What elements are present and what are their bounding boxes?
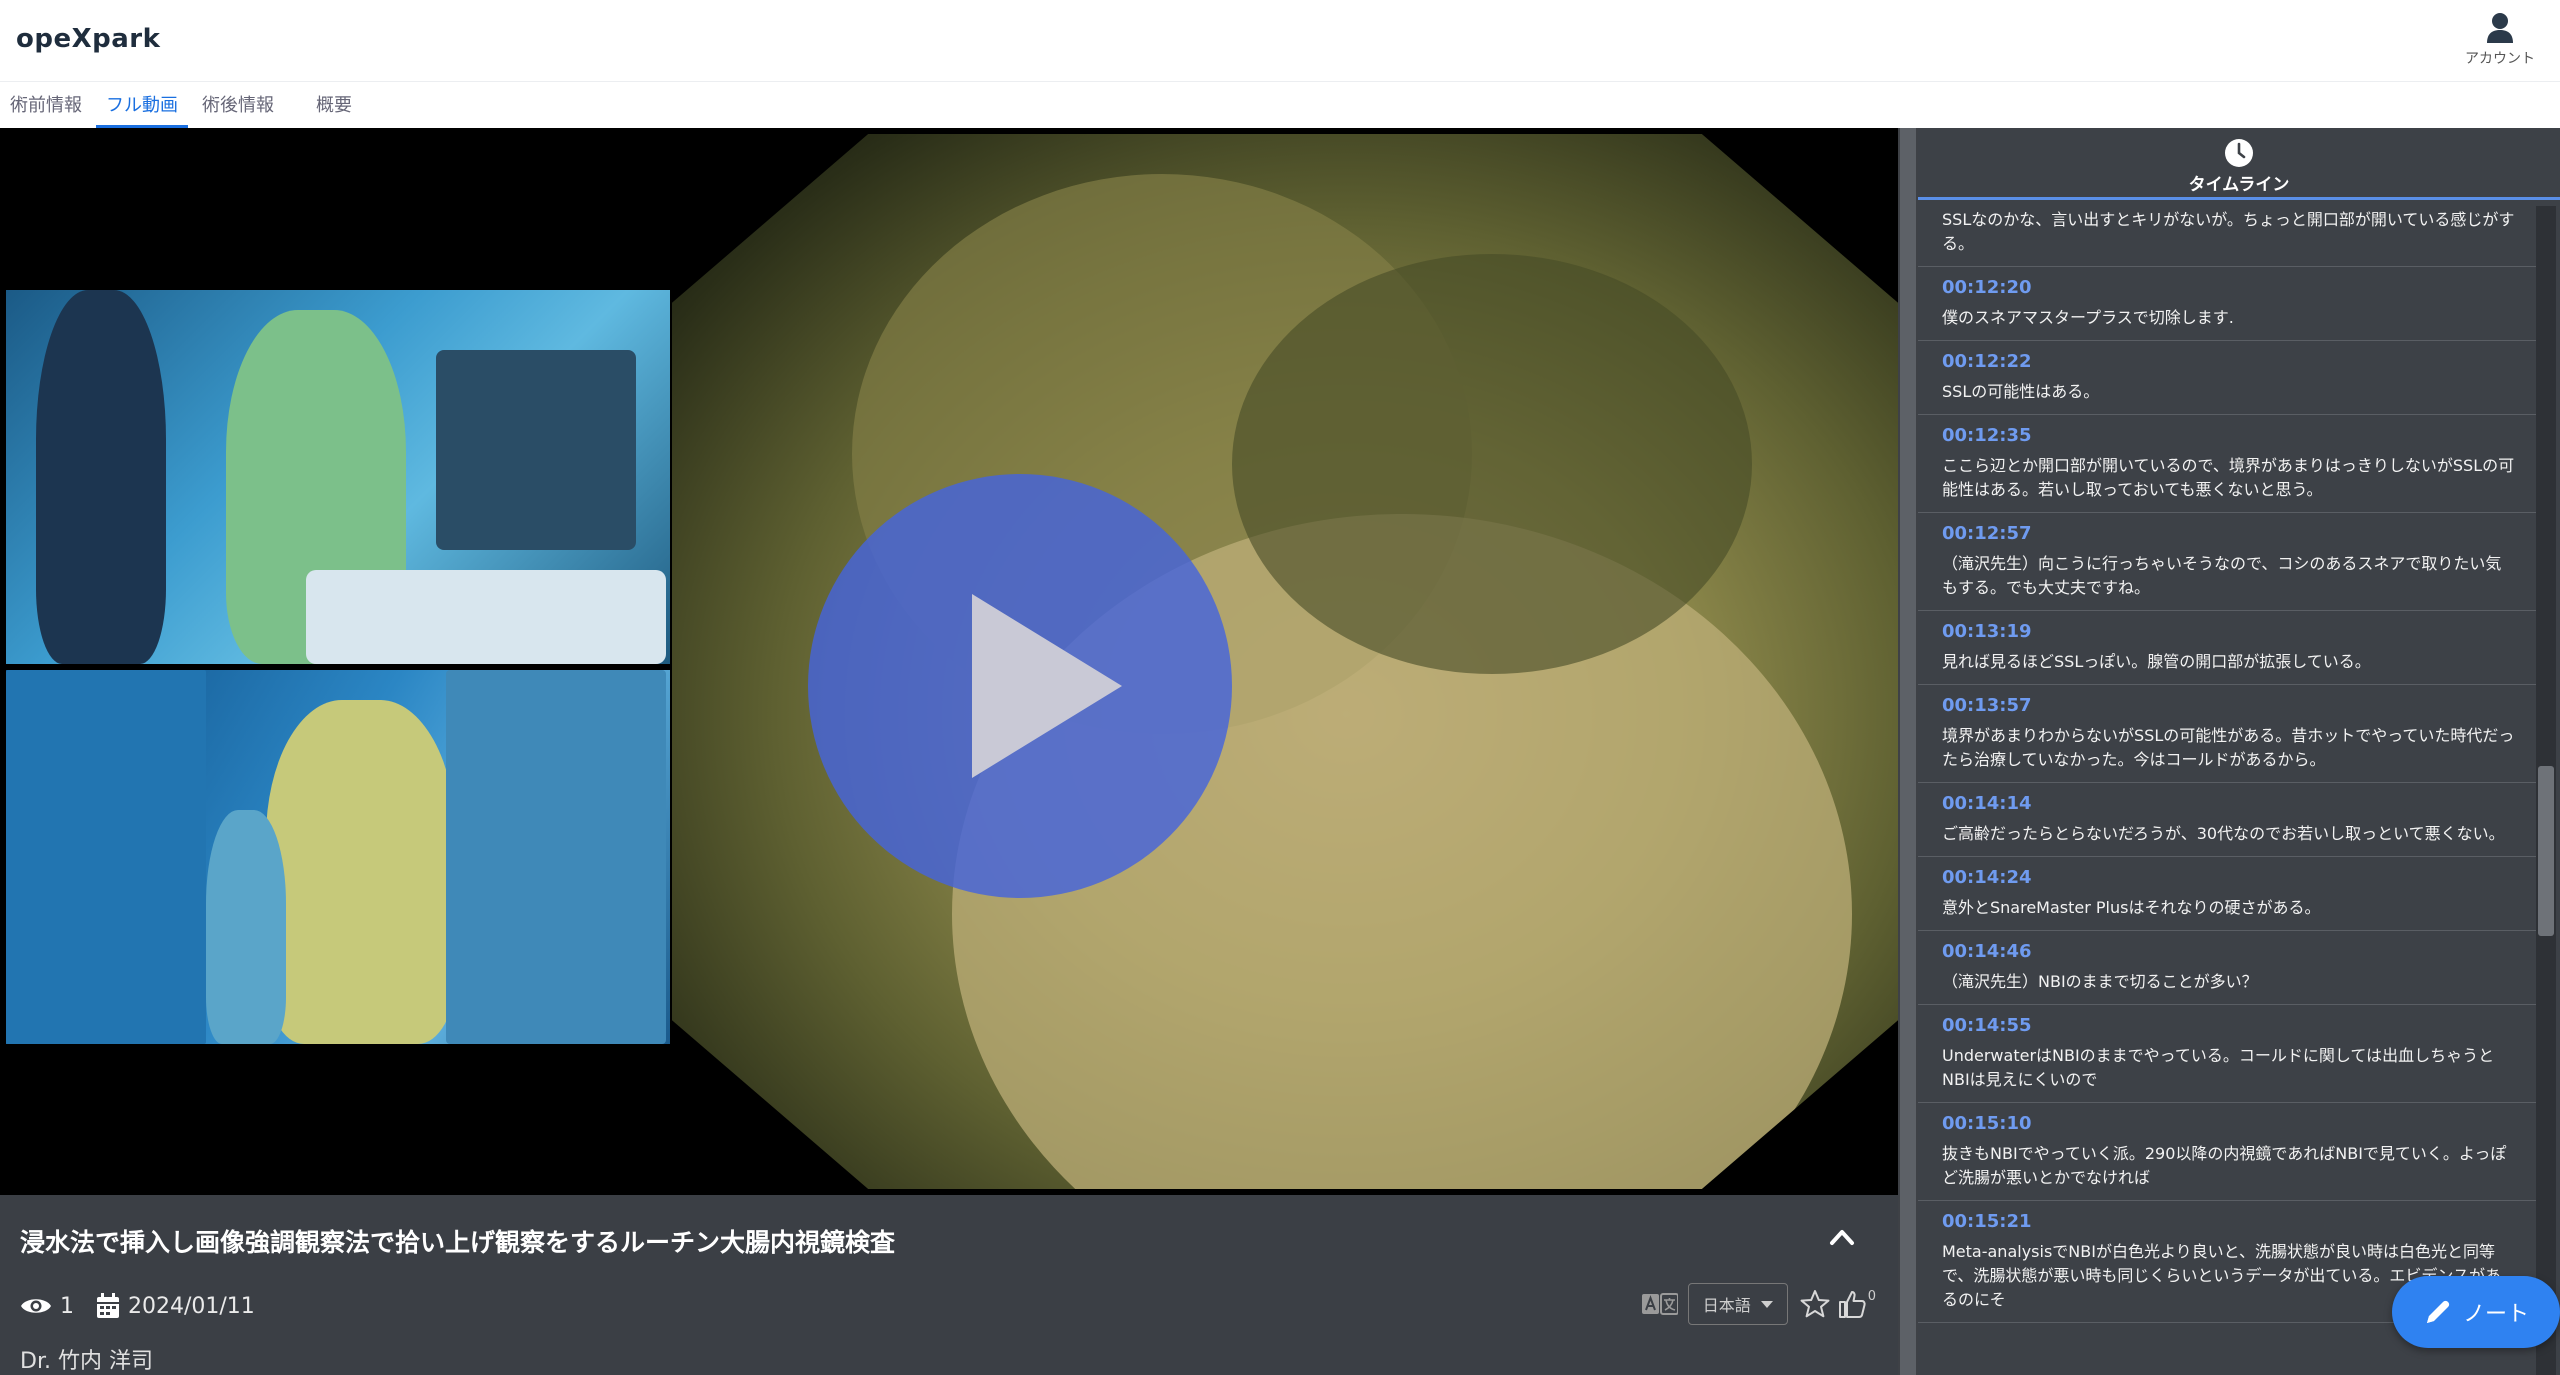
timeline-entry[interactable]: 00:14:46 （滝沢先生）NBIのままで切ることが多い？ <box>1918 931 2536 1005</box>
timeline-entry-time[interactable]: 00:15:10 <box>1942 1113 2516 1134</box>
timeline-entry-text: （滝沢先生）NBIのままで切ることが多い？ <box>1942 972 2258 991</box>
collapse-button[interactable] <box>1824 1219 1860 1255</box>
timeline-entry-time[interactable]: 00:13:19 <box>1942 621 2516 642</box>
video-title: 浸水法で挿入し画像強調観察法で拾い上げ観察をするルーチン大腸内視鏡検査 <box>20 1228 896 1257</box>
language-select-value: 日本語 <box>1702 1296 1751 1315</box>
timeline-entry-text: （滝沢先生）向こうに行っちゃいそうなので、コシのあるスネアで取りたい気もする。で… <box>1942 554 2502 597</box>
timeline-entry-text: SSLなのかな、言い出すとキリがないが。ちょっと開口部が開いている感じがする。 <box>1942 210 2515 253</box>
calendar-icon <box>97 1293 119 1318</box>
video-meta: 1 2024/01/11 <box>20 1293 277 1319</box>
timeline-entry[interactable]: 00:12:20 僕のスネアマスタープラスで切除します. <box>1918 267 2536 341</box>
timeline-entry-text: ご高齢だったらとらないだろうが、30代なのでお若いし取っといて悪くない。 <box>1942 824 2505 843</box>
timeline-entry[interactable]: 00:14:55 UnderwaterはNBIのままでやっている。コールドに関し… <box>1918 1005 2536 1103</box>
play-icon <box>972 594 1122 778</box>
tab-bar: 術前情報 フル動画 術後情報 概要 <box>0 84 2560 128</box>
timeline-entry-time[interactable]: 00:14:14 <box>1942 793 2516 814</box>
timeline-panel: タイムライン SSLなのかな、言い出すとキリがないが。ちょっと開口部が開いている… <box>1918 128 2560 1375</box>
clock-icon <box>2225 139 2253 167</box>
room-camera-bottom <box>6 670 670 1044</box>
pencil-icon <box>2426 1300 2450 1323</box>
translate-icon <box>1641 1293 1678 1315</box>
note-button[interactable]: ノート <box>2392 1276 2560 1348</box>
timeline-entry[interactable]: 00:13:57 境界があまりわからないがSSLの可能性がある。昔ホットでやって… <box>1918 685 2536 783</box>
doctor-name: Dr. 竹内 洋司 <box>20 1349 153 1374</box>
timeline-entry[interactable]: SSLなのかな、言い出すとキリがないが。ちょっと開口部が開いている感じがする。 <box>1918 206 2536 267</box>
upload-date-value: 2024/01/11 <box>128 1293 255 1319</box>
timeline-entry-time[interactable]: 00:14:24 <box>1942 867 2516 888</box>
account-button[interactable]: アカウント <box>2458 12 2542 76</box>
timeline-entry-time[interactable]: 00:12:22 <box>1942 351 2516 372</box>
video-info-panel: 浸水法で挿入し画像強調観察法で拾い上げ観察をするルーチン大腸内視鏡検査 1 20… <box>0 1195 1898 1375</box>
view-count-value: 1 <box>60 1293 74 1319</box>
tab-overview[interactable]: 概要 <box>306 84 362 128</box>
timeline-scroll-thumb[interactable] <box>2538 766 2554 936</box>
timeline-entry-text: 境界があまりわからないがSSLの可能性がある。昔ホットでやっていた時代だったら治… <box>1942 726 2515 769</box>
timeline-label: タイムライン <box>2188 175 2290 195</box>
room-camera-top <box>6 290 670 664</box>
timeline-entry-time[interactable]: 00:12:35 <box>1942 425 2516 446</box>
caret-down-icon <box>1760 1300 1773 1308</box>
upload-date: 2024/01/11 <box>96 1293 255 1319</box>
note-button-label: ノート <box>2462 1302 2529 1327</box>
timeline-entry-time[interactable]: 00:14:46 <box>1942 941 2516 962</box>
tab-postop-info[interactable]: 術後情報 <box>192 84 284 128</box>
app-logo[interactable]: opeXpark <box>16 24 160 54</box>
timeline-entry[interactable]: 00:15:10 抜きもNBIでやっていく派。290以降の内視鏡であればNBIで… <box>1918 1103 2536 1201</box>
timeline-entry[interactable]: 00:12:57 （滝沢先生）向こうに行っちゃいそうなので、コシのあるスネアで取… <box>1918 513 2536 611</box>
like-count: 0 <box>1867 1289 1876 1304</box>
timeline-entry[interactable]: 00:14:24 意外とSnareMaster Plusはそれなりの硬さがある。 <box>1918 857 2536 931</box>
timeline-tab[interactable]: タイムライン <box>1918 128 2560 200</box>
timeline-entry-text: SSLの可能性はある。 <box>1942 382 2100 401</box>
timeline-entry-text: 意外とSnareMaster Plusはそれなりの硬さがある。 <box>1942 898 2321 917</box>
timeline-list: SSLなのかな、言い出すとキリがないが。ちょっと開口部が開いている感じがする。 … <box>1918 206 2536 1323</box>
timeline-entry-text: 僕のスネアマスタープラスで切除します. <box>1942 308 2234 327</box>
video-controls: 日本語 0 <box>1641 1283 1876 1325</box>
account-label: アカウント <box>2465 51 2535 67</box>
timeline-entry-text: ここら辺とか開口部が開いているので、境界があまりはっきりしないがSSLの可能性は… <box>1942 456 2515 499</box>
view-count: 1 <box>20 1294 74 1319</box>
timeline-entry-time[interactable]: 00:14:55 <box>1942 1015 2516 1036</box>
timeline-entry-time[interactable]: 00:12:20 <box>1942 277 2516 298</box>
star-icon[interactable] <box>1800 1289 1830 1319</box>
timeline-entry[interactable]: 00:13:19 見れば見るほどSSLっぽい。腺管の開口部が拡張している。 <box>1918 611 2536 685</box>
timeline-entry-text: 見れば見るほどSSLっぽい。腺管の開口部が拡張している。 <box>1942 652 2371 671</box>
timeline-entry-text: 抜きもNBIでやっていく派。290以降の内視鏡であればNBIで見ていく。よっぽど… <box>1942 1144 2507 1187</box>
page-scroll-thumb[interactable] <box>1900 128 1916 1375</box>
timeline-entry-time[interactable]: 00:13:57 <box>1942 695 2516 716</box>
timeline-entry-time[interactable]: 00:12:57 <box>1942 523 2516 544</box>
timeline-entry[interactable]: 00:12:35 ここら辺とか開口部が開いているので、境界があまりはっきりしない… <box>1918 415 2536 513</box>
play-button[interactable] <box>808 474 1232 898</box>
chevron-up-icon <box>1830 1230 1854 1245</box>
timeline-scrollbar[interactable] <box>2536 206 2556 1375</box>
timeline-entry-time[interactable]: 00:15:21 <box>1942 1211 2516 1232</box>
tab-preop-info[interactable]: 術前情報 <box>0 84 92 128</box>
timeline-entry[interactable]: 00:14:14 ご高齢だったらとらないだろうが、30代なのでお若いし取っといて… <box>1918 783 2536 857</box>
account-icon <box>2487 13 2513 43</box>
app-header: opeXpark アカウント <box>0 0 2560 82</box>
video-player[interactable] <box>0 128 1898 1195</box>
timeline-entry[interactable]: 00:12:22 SSLの可能性はある。 <box>1918 341 2536 415</box>
eye-icon <box>21 1299 51 1313</box>
timeline-entry-text: UnderwaterはNBIのままでやっている。コールドに関しては出血しちゃうと… <box>1942 1046 2495 1089</box>
tab-full-video[interactable]: フル動画 <box>96 84 188 128</box>
language-select[interactable]: 日本語 <box>1687 1283 1788 1325</box>
thumbs-up-icon[interactable] <box>1838 1289 1866 1319</box>
